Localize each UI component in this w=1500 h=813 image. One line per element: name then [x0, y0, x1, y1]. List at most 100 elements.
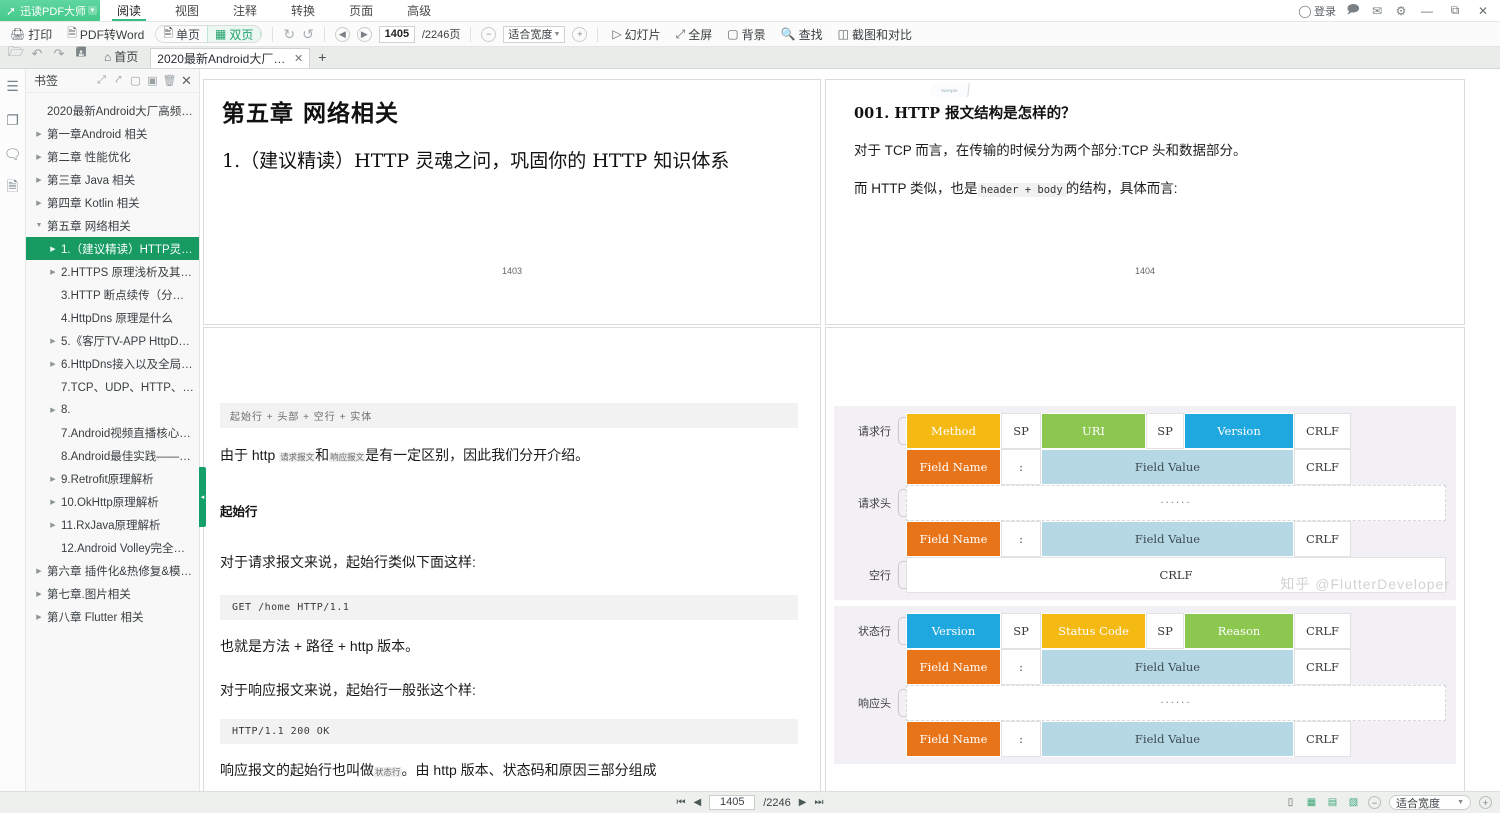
chevron-right-icon[interactable]: ▶	[48, 268, 58, 276]
home-button[interactable]: ⌂ 首页	[98, 48, 150, 68]
panel-collapse-handle[interactable]: ◂	[199, 467, 206, 527]
bookmarks-panel-icon[interactable]: ☰	[4, 77, 22, 95]
chevron-right-icon[interactable]: ▶	[48, 498, 58, 506]
expand-icon[interactable]: ⤢	[93, 73, 110, 89]
chevron-right-icon[interactable]: ▶	[48, 337, 58, 345]
bookmark-item[interactable]: ▶6.HttpDns接入以及全局替换...	[26, 352, 199, 375]
close-button[interactable]: ✕	[1474, 4, 1492, 18]
bookmark-item[interactable]: ▶11.RxJava原理解析	[26, 513, 199, 536]
delete-icon[interactable]: 🗑	[161, 73, 178, 89]
collapse-icon[interactable]: ⤤	[110, 73, 127, 89]
maximize-button[interactable]: ⧉	[1446, 4, 1464, 18]
slideshow-button[interactable]: ▷ 幻灯片	[608, 24, 664, 44]
next-page-button[interactable]: ▶	[357, 27, 372, 42]
new-tab-button[interactable]: +	[310, 49, 334, 68]
page-1403[interactable]: 第五章 网络相关 1.（建议精读）HTTP 灵魂之问，巩固你的 HTTP 知识体…	[203, 79, 821, 325]
chevron-right-icon[interactable]: ▶	[48, 475, 58, 483]
redo-icon[interactable]: ↷	[52, 46, 66, 62]
bookmark-item[interactable]: 7.Android视频直播核心技术(...	[26, 421, 199, 444]
first-page-icon[interactable]: ⏮	[677, 797, 686, 808]
menu-tab-advanced[interactable]: 高级	[390, 0, 448, 21]
pdf-to-word-button[interactable]: 🗎 PDF转Word	[63, 24, 148, 44]
brand-dropdown-icon[interactable]: ▼	[88, 6, 97, 15]
facing-continuous-layout-icon[interactable]: ▧	[1347, 797, 1360, 809]
open-folder-icon[interactable]: 🗁	[8, 43, 22, 65]
chevron-right-icon[interactable]: ▶	[48, 406, 58, 414]
background-button[interactable]: ▢ 背景	[723, 24, 769, 44]
chevron-right-icon[interactable]: ▶	[34, 130, 44, 138]
status-zoom-out-button[interactable]: −	[1368, 796, 1381, 809]
document-viewer[interactable]: 第五章 网络相关 1.（建议精读）HTTP 灵魂之问，巩固你的 HTTP 知识体…	[200, 69, 1500, 791]
edit-bookmark-icon[interactable]: ▣	[144, 73, 161, 89]
bookmark-item[interactable]: ▶1.（建议精读）HTTP灵魂之问...	[26, 237, 199, 260]
chevron-down-icon[interactable]: ▼	[34, 222, 44, 229]
single-page-button[interactable]: 🖹 单页	[156, 26, 207, 42]
chevron-right-icon[interactable]: ▶	[34, 613, 44, 621]
page-number-input[interactable]: 1405	[379, 26, 415, 43]
bookmark-item[interactable]: 2020最新Android大厂高频面试...	[26, 99, 199, 122]
menu-tab-page[interactable]: 页面	[332, 0, 390, 21]
status-page-input[interactable]: 1405	[709, 795, 755, 810]
bookmark-item[interactable]: ▶第八章 Flutter 相关	[26, 605, 199, 628]
page-1405-left[interactable]: 起始行 + 头部 + 空行 + 实体 由于 http 请求报文和响应报文是有一定…	[203, 327, 821, 791]
close-icon[interactable]: ✕	[294, 52, 303, 65]
bookmark-item[interactable]: ▶第一章Android 相关	[26, 122, 199, 145]
bookmark-item[interactable]: ▶2.HTTPS 原理浅析及其在 And...	[26, 260, 199, 283]
double-page-button[interactable]: ▦ 双页	[207, 26, 261, 42]
chevron-right-icon[interactable]: ▶	[34, 153, 44, 161]
gear-icon[interactable]: ⚙	[1394, 4, 1408, 18]
thumbnails-panel-icon[interactable]: ❐	[4, 111, 22, 129]
bookmark-item[interactable]: 7.TCP、UDP、HTTP、SOCK...	[26, 375, 199, 398]
bookmarks-list[interactable]: 2020最新Android大厂高频面试...▶第一章Android 相关▶第二章…	[26, 93, 199, 791]
fullscreen-button[interactable]: ⤢ 全屏	[672, 24, 717, 44]
menu-tab-convert[interactable]: 转换	[274, 0, 332, 21]
minimize-button[interactable]: —	[1418, 4, 1436, 18]
bookmark-item[interactable]: 12.Android Volley完全解析...	[26, 536, 199, 559]
document-tab[interactable]: 2020最新Android大厂高频面... ✕	[150, 48, 310, 68]
find-button[interactable]: 🔍 查找	[777, 24, 827, 44]
facing-layout-icon[interactable]: ▤	[1326, 797, 1339, 809]
bookmark-item[interactable]: ▶第四章 Kotlin 相关	[26, 191, 199, 214]
bookmark-item[interactable]: ▶8.	[26, 398, 199, 421]
bookmark-item[interactable]: ▶第七章.图片相关	[26, 582, 199, 605]
chevron-right-icon[interactable]: ▶	[34, 590, 44, 598]
feedback-icon[interactable]: 🗩	[1346, 4, 1360, 18]
zoom-in-button[interactable]: +	[572, 27, 587, 42]
previous-page-icon[interactable]: ◀	[694, 797, 702, 808]
bookmark-item[interactable]: ▶5.《客厅TV-APP HttpDNS技...	[26, 329, 199, 352]
print-button[interactable]: 🖨 打印	[6, 24, 56, 44]
attachments-panel-icon[interactable]: 🗎	[4, 179, 22, 197]
bookmark-item[interactable]: 4.HttpDns 原理是什么	[26, 306, 199, 329]
close-icon[interactable]: ✕	[178, 73, 195, 89]
bookmark-item[interactable]: ▼第五章 网络相关	[26, 214, 199, 237]
chevron-right-icon[interactable]: ▶	[34, 567, 44, 575]
chevron-right-icon[interactable]: ▶	[34, 176, 44, 184]
bookmark-item[interactable]: 3.HTTP 断点续传（分块传输）	[26, 283, 199, 306]
login-button[interactable]: ◯ 登录	[1298, 3, 1336, 19]
page-1404[interactable]: Sample 001. HTTP 报文结构是怎样的？ 对于 TCP 而言，在传输…	[825, 79, 1465, 325]
undo-icon[interactable]: ↶	[30, 46, 44, 62]
bookmark-item[interactable]: 8.Android最佳实践——深入...	[26, 444, 199, 467]
mail-icon[interactable]: ✉	[1370, 4, 1384, 18]
menu-tab-view[interactable]: 视图	[158, 0, 216, 21]
bookmark-item[interactable]: ▶10.OkHttp原理解析	[26, 490, 199, 513]
chevron-right-icon[interactable]: ▶	[48, 360, 58, 368]
comments-panel-icon[interactable]: 🗨	[4, 145, 22, 163]
page-1405-right[interactable]: 请求行 MethodSPURISPVersionCRLF Field Name:…	[825, 327, 1465, 791]
last-page-icon[interactable]: ⏭	[814, 797, 823, 808]
bookmark-item[interactable]: ▶第六章 插件化&热修复&模块化...	[26, 559, 199, 582]
bookmark-item[interactable]: ▶第三章 Java 相关	[26, 168, 199, 191]
status-zoom-in-button[interactable]: +	[1479, 796, 1492, 809]
menu-tab-annotate[interactable]: 注释	[216, 0, 274, 21]
screenshot-compare-button[interactable]: ◫ 截图和对比	[834, 24, 916, 44]
continuous-layout-icon[interactable]: ▦	[1305, 797, 1318, 809]
bookmark-item[interactable]: ▶第二章 性能优化	[26, 145, 199, 168]
status-zoom-select[interactable]: 适合宽度 ▼	[1389, 795, 1471, 810]
previous-page-button[interactable]: ◀	[335, 27, 350, 42]
zoom-select[interactable]: 适合宽度 ▼	[503, 26, 565, 43]
menu-tab-read[interactable]: 阅读	[100, 0, 158, 21]
chevron-right-icon[interactable]: ▶	[34, 199, 44, 207]
redo-icon[interactable]: ↻	[283, 26, 295, 43]
chevron-right-icon[interactable]: ▶	[48, 245, 58, 253]
next-page-icon[interactable]: ▶	[799, 797, 807, 808]
